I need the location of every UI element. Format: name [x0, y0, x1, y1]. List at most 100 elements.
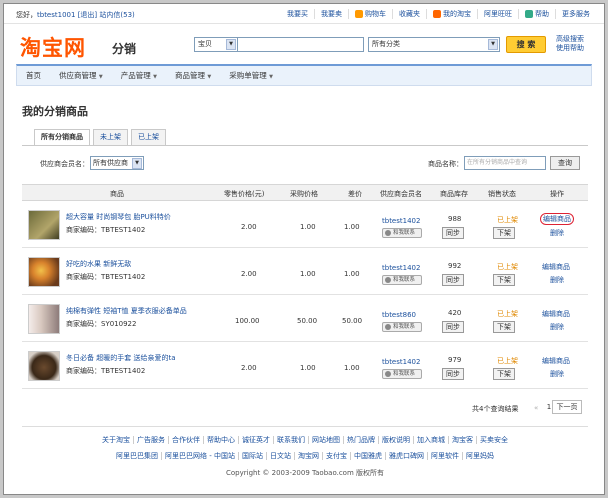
- search-input[interactable]: [238, 37, 364, 52]
- group-link[interactable]: 国际站: [237, 452, 266, 460]
- supplier-link[interactable]: tbtest1402: [382, 358, 420, 366]
- top-link-favorites-label[interactable]: 收藏夹: [399, 9, 420, 19]
- top-link-wangwang-label[interactable]: 阿里旺旺: [484, 9, 512, 19]
- tab-all[interactable]: 所有分销商品: [34, 129, 90, 145]
- top-link-help[interactable]: 帮助: [518, 9, 555, 19]
- product-name-link[interactable]: 超大容量 时尚钢琴包 胎PU料特价: [66, 212, 171, 222]
- supplier-link[interactable]: tbtest860: [382, 311, 416, 319]
- edit-product-link[interactable]: 编辑商品: [542, 309, 570, 319]
- group-link[interactable]: 淘宝网: [293, 452, 322, 460]
- top-link-mytaobao[interactable]: 我的淘宝: [426, 9, 477, 19]
- product-thumbnail[interactable]: [28, 304, 60, 334]
- sync-button[interactable]: 同步: [442, 227, 464, 239]
- tab-listed[interactable]: 已上架: [131, 129, 166, 145]
- footer-link[interactable]: 广告服务: [133, 436, 168, 444]
- username-link[interactable]: tbtest1001: [37, 11, 75, 19]
- advanced-search-link[interactable]: 高级搜索: [556, 35, 584, 43]
- delist-button[interactable]: 下架: [493, 368, 515, 380]
- top-link-more[interactable]: 更多服务: [555, 9, 596, 19]
- top-link-more-label[interactable]: 更多服务: [562, 9, 590, 19]
- top-link-cart-label[interactable]: 购物车: [365, 9, 386, 19]
- product-name-link[interactable]: 冬日必备 超暖的手套 送给亲爱的ta: [66, 353, 175, 363]
- tab-unlisted[interactable]: 未上架: [93, 129, 128, 145]
- contact-wangwang-button[interactable]: 和我联系: [382, 275, 422, 285]
- footer-link[interactable]: 版权说明: [378, 436, 413, 444]
- footer-link[interactable]: 热门品牌: [343, 436, 378, 444]
- sync-button[interactable]: 同步: [442, 321, 464, 333]
- nav-item-home[interactable]: 首页: [17, 70, 50, 81]
- category-select[interactable]: 所有分类 ▼: [368, 37, 500, 52]
- nav-item-product[interactable]: 产品管理 ▼: [112, 70, 166, 81]
- nav-item-supplier[interactable]: 供应商管理 ▼: [50, 70, 112, 81]
- top-link-sell[interactable]: 我要卖: [314, 9, 348, 19]
- product-name-input[interactable]: 在所有分销商品中查询: [464, 156, 546, 170]
- delist-button[interactable]: 下架: [493, 274, 515, 286]
- top-link-buy[interactable]: 我要买: [281, 9, 314, 19]
- next-page-button[interactable]: 下一页: [552, 400, 582, 414]
- logout-link[interactable]: [退出]: [78, 11, 97, 19]
- contact-wangwang-button[interactable]: 和我联系: [382, 228, 422, 238]
- group-link[interactable]: 中国雅虎: [349, 452, 385, 460]
- supplier-link[interactable]: tbtest1402: [382, 217, 420, 225]
- search-scope-select[interactable]: 宝贝 ▼: [194, 37, 238, 52]
- product-thumbnail[interactable]: [28, 351, 60, 381]
- supplier-link[interactable]: tbtest1402: [382, 264, 420, 272]
- col-actions: 操作: [550, 190, 564, 198]
- price-diff: 1.00: [344, 270, 360, 278]
- edit-product-link[interactable]: 编辑商品: [542, 356, 570, 366]
- product-thumbnail[interactable]: [28, 210, 60, 240]
- top-link-wangwang[interactable]: 阿里旺旺: [477, 9, 518, 19]
- nav-item-purchase[interactable]: 采购单管理 ▼: [220, 70, 282, 81]
- footer-link[interactable]: 淘宝客: [448, 436, 476, 444]
- contact-wangwang-button[interactable]: 和我联系: [382, 369, 422, 379]
- delist-button[interactable]: 下架: [493, 321, 515, 333]
- nav-item-goods[interactable]: 商品管理 ▼: [166, 70, 220, 81]
- taobao-logo[interactable]: 淘宝网: [20, 32, 86, 62]
- group-link[interactable]: 支付宝: [321, 452, 350, 460]
- footer-link[interactable]: 关于淘宝: [99, 436, 133, 444]
- query-button[interactable]: 查询: [550, 156, 580, 170]
- product-thumbnail[interactable]: [28, 257, 60, 287]
- edit-product-link[interactable]: 编辑商品: [540, 213, 574, 225]
- group-link[interactable]: 阿里妈妈: [461, 452, 497, 460]
- table-row: 超大容量 时尚钢琴包 胎PU料特价 商家编码：TBTEST1402 2.00 1…: [22, 201, 588, 248]
- contact-wangwang-button[interactable]: 和我联系: [382, 322, 422, 332]
- search-button[interactable]: 搜 索: [506, 36, 546, 53]
- group-link[interactable]: 阿里软件: [426, 452, 462, 460]
- supplier-select[interactable]: 所有供应商 ▼: [90, 156, 144, 170]
- top-link-buy-label[interactable]: 我要买: [287, 9, 308, 19]
- footer-link[interactable]: 帮助中心: [203, 436, 238, 444]
- footer-link[interactable]: 买卖安全: [476, 436, 511, 444]
- header: 淘宝网 分销 宝贝 ▼ 所有分类 ▼ 搜 索 高级搜索 使用帮助: [4, 24, 604, 64]
- group-link[interactable]: 日文站: [265, 452, 294, 460]
- product-name-link[interactable]: 纯棉有弹性 短袖T恤 夏季衣服必备单品: [66, 306, 187, 316]
- delete-link[interactable]: 删除: [550, 275, 564, 285]
- top-link-cart[interactable]: 购物车: [348, 9, 392, 19]
- footer-link[interactable]: 联系我们: [273, 436, 308, 444]
- delete-link[interactable]: 删除: [550, 228, 564, 238]
- sync-button[interactable]: 同步: [442, 274, 464, 286]
- top-link-sell-label[interactable]: 我要卖: [321, 9, 342, 19]
- footer-link[interactable]: 加入商城: [413, 436, 448, 444]
- chevron-down-icon: ▼: [226, 39, 236, 50]
- sync-button[interactable]: 同步: [442, 368, 464, 380]
- footer-link[interactable]: 网站地图: [308, 436, 343, 444]
- delete-link[interactable]: 删除: [550, 369, 564, 379]
- product-name-link[interactable]: 好吃的水果 新鲜无敌: [66, 259, 131, 269]
- search-help-link[interactable]: 使用帮助: [556, 44, 584, 52]
- edit-product-link[interactable]: 编辑商品: [542, 262, 570, 272]
- search-bar: 宝贝 ▼ 所有分类 ▼ 搜 索: [194, 36, 546, 53]
- delist-button[interactable]: 下架: [493, 227, 515, 239]
- top-link-help-label[interactable]: 帮助: [535, 9, 549, 19]
- footer-link[interactable]: 合作伙伴: [168, 436, 203, 444]
- messages-link[interactable]: 站内信(53): [99, 11, 134, 19]
- group-link[interactable]: 雅虎口碑网: [384, 452, 427, 460]
- group-link[interactable]: 阿里巴巴网络 - 中国站: [161, 452, 238, 460]
- top-link-mytaobao-label[interactable]: 我的淘宝: [443, 9, 471, 19]
- footer-link[interactable]: 诚征英才: [238, 436, 273, 444]
- delete-link[interactable]: 删除: [550, 322, 564, 332]
- purchase-price: 1.00: [300, 270, 316, 278]
- top-link-favorites[interactable]: 收藏夹: [392, 9, 426, 19]
- group-link[interactable]: 阿里巴巴集团: [113, 452, 161, 460]
- products-table: 商品 零售价格(元) 采购价格 差价 供应商会员名 商品库存 销售状态 操作 超…: [22, 184, 588, 389]
